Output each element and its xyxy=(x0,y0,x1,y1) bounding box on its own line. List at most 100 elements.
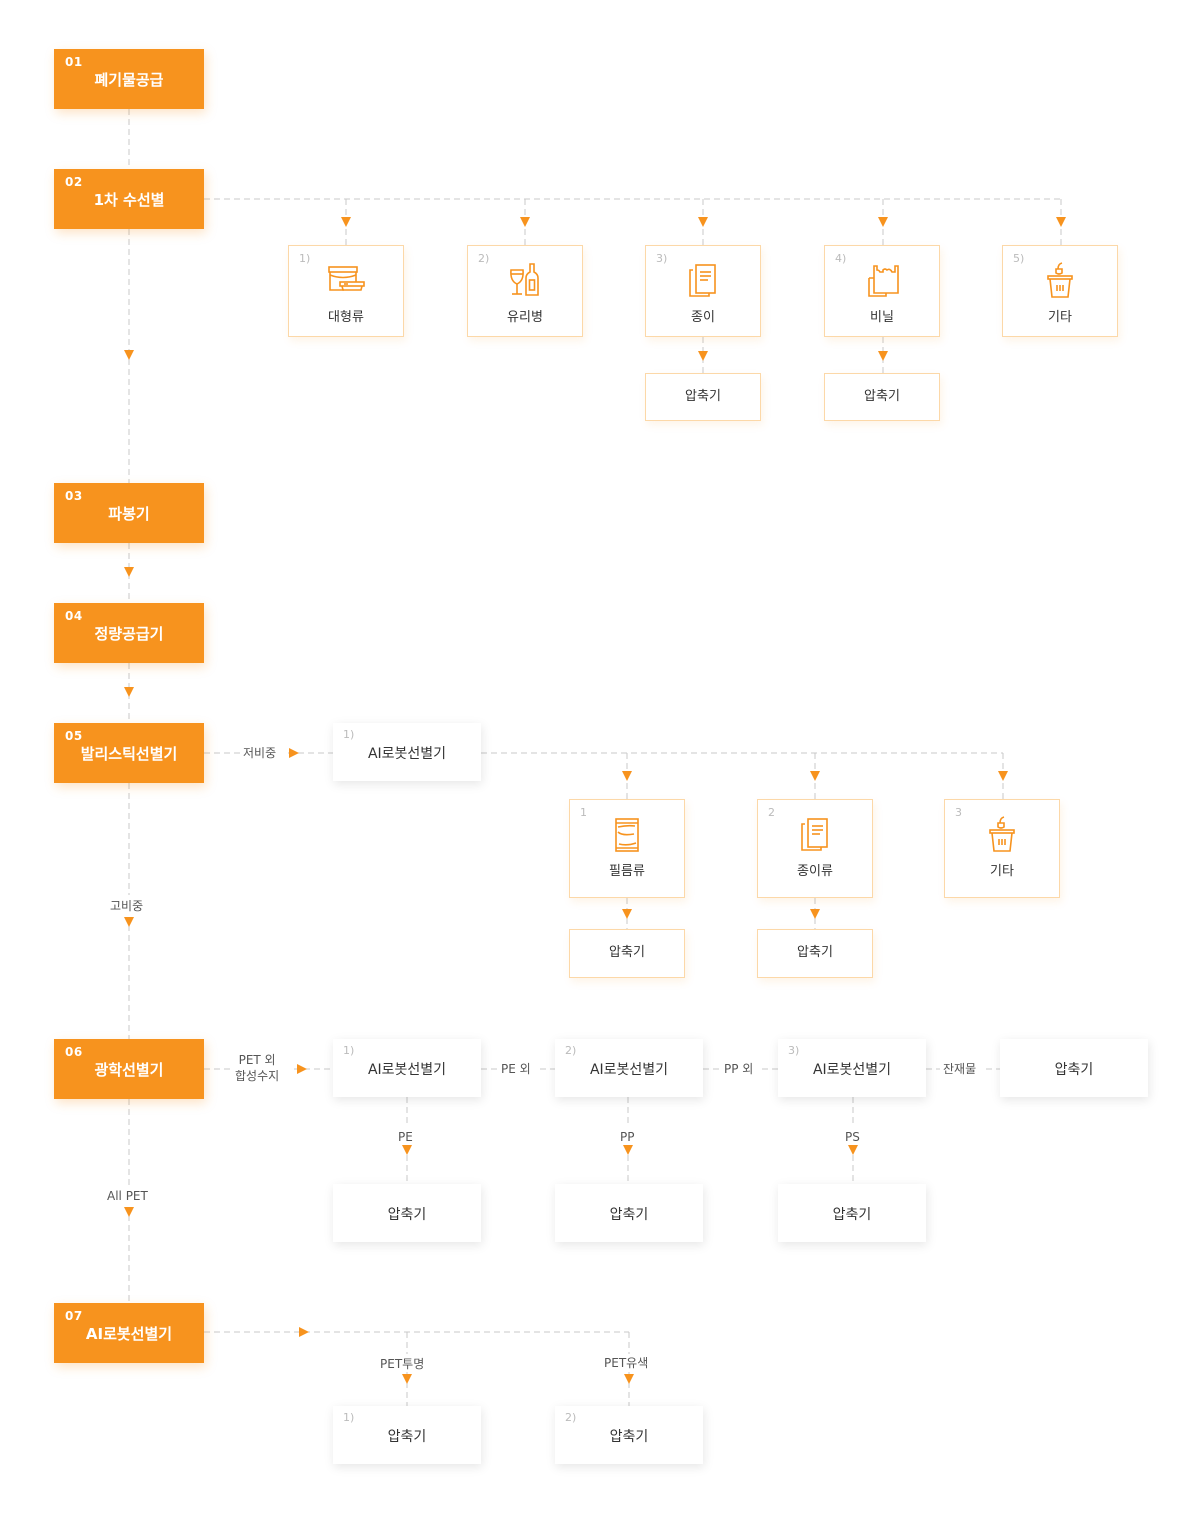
robot-index: 1) xyxy=(343,728,355,741)
robot-index: 1) xyxy=(343,1044,355,1057)
category-index: 5) xyxy=(1013,252,1025,265)
arrow-down-icon xyxy=(520,217,530,227)
category-index: 1 xyxy=(580,806,587,819)
stage-01-waste-supply: 01 폐기물공급 xyxy=(54,49,204,109)
compressor-pe: 압축기 xyxy=(333,1184,481,1242)
ai-robot-sorter-06-1: 1) AI로봇선별기 xyxy=(333,1039,481,1097)
category-glass-bottles: 2) 유리병 xyxy=(467,245,583,337)
arrow-down-icon xyxy=(124,917,134,927)
category-index: 1) xyxy=(299,252,311,265)
branch-label-pet-colored: PET유색 xyxy=(601,1355,652,1371)
stage-07-ai-robot-sorter: 07 AI로봇선별기 xyxy=(54,1303,204,1363)
category-index: 2 xyxy=(768,806,775,819)
robot-label: AI로봇선별기 xyxy=(589,1062,669,1078)
high-density-label: 고비중 xyxy=(107,898,147,914)
category-label: 비닐 xyxy=(870,310,894,325)
robot-label: AI로봇선별기 xyxy=(367,746,447,762)
stage-number: 05 xyxy=(65,729,83,743)
trash-bin-icon xyxy=(989,816,1015,852)
stage-number: 02 xyxy=(65,175,83,189)
arrow-down-icon xyxy=(623,1145,633,1155)
paper-icon xyxy=(689,264,716,297)
robot-label: AI로봇선별기 xyxy=(812,1062,892,1078)
compressor-label: 압축기 xyxy=(609,1207,649,1223)
compressor-film: 압축기 xyxy=(569,929,685,978)
branch-label-pet-clear: PET투명 xyxy=(377,1356,428,1372)
category-others-05: 3 기타 xyxy=(944,799,1060,898)
arrow-right-icon xyxy=(289,748,299,758)
ai-robot-sorter-06-3: 3) AI로봇선별기 xyxy=(778,1039,926,1097)
compressor-paper: 압축기 xyxy=(645,373,761,421)
stage-title: 1차 수선별 xyxy=(93,191,165,209)
compressor-pet-colored: 2) 압축기 xyxy=(555,1406,703,1464)
all-pet-label: All PET xyxy=(104,1188,151,1204)
residue-compressor: 압축기 xyxy=(1000,1039,1148,1097)
stage-02-manual-sorting: 02 1차 수선별 xyxy=(54,169,204,229)
output-label-pe: PE xyxy=(395,1129,416,1145)
robot-index: 3) xyxy=(788,1044,800,1057)
category-label: 대형류 xyxy=(328,310,364,325)
compressor-pet-clear: 1) 압축기 xyxy=(333,1406,481,1464)
arrow-right-icon xyxy=(299,1327,309,1337)
arrow-down-icon xyxy=(878,351,888,361)
stage-number: 04 xyxy=(65,609,83,623)
arrow-down-icon xyxy=(124,1207,134,1217)
arrow-down-icon xyxy=(341,217,351,227)
stage-title: AI로봇선별기 xyxy=(85,1325,173,1343)
arrow-down-icon xyxy=(878,217,888,227)
category-index: 2) xyxy=(478,252,490,265)
stage-title: 정량공급기 xyxy=(94,625,164,643)
stage-number: 07 xyxy=(65,1309,83,1323)
arrow-down-icon xyxy=(624,1374,634,1384)
output-label-ps: PS xyxy=(842,1129,863,1145)
arrow-right-icon xyxy=(297,1064,307,1074)
compressor-index: 1) xyxy=(343,1411,355,1424)
stage-title: 폐기물공급 xyxy=(94,71,164,89)
category-index: 3) xyxy=(656,252,668,265)
chain-label-residue: 잔재물 xyxy=(940,1061,980,1077)
compressor-label: 압축기 xyxy=(387,1207,427,1223)
category-label: 종이 xyxy=(691,310,715,325)
stage-title: 파봉기 xyxy=(108,505,150,523)
compressor-vinyl: 압축기 xyxy=(824,373,940,421)
output-label-pp: PP xyxy=(617,1129,638,1145)
stage-03-bag-opener: 03 파봉기 xyxy=(54,483,204,543)
process-flow-diagram: 01 폐기물공급 02 1차 수선별 03 파봉기 04 정량공급기 05 발리… xyxy=(0,0,1198,1514)
arrow-down-icon xyxy=(622,771,632,781)
category-paper-05: 2 종이류 xyxy=(757,799,873,898)
arrow-down-icon xyxy=(848,1145,858,1155)
glass-bottle-icon xyxy=(510,263,539,296)
category-label: 종이류 xyxy=(797,864,833,879)
compressor-label: 압축기 xyxy=(609,1429,649,1445)
ai-robot-sorter-06-2: 2) AI로봇선별기 xyxy=(555,1039,703,1097)
category-label: 필름류 xyxy=(609,864,645,879)
compressor-label: 압축기 xyxy=(387,1429,427,1445)
container-icon xyxy=(328,266,365,291)
arrow-down-icon xyxy=(402,1374,412,1384)
category-label: 유리병 xyxy=(507,310,543,325)
category-index: 4) xyxy=(835,252,847,265)
arrow-down-icon xyxy=(998,771,1008,781)
non-pet-resin-label: PET 외 합성수지 xyxy=(232,1052,283,1084)
category-paper: 3) 종이 xyxy=(645,245,761,337)
arrow-down-icon xyxy=(810,909,820,919)
stage-number: 03 xyxy=(65,489,83,503)
plastic-bag-icon xyxy=(868,265,899,297)
stage-04-feeder: 04 정량공급기 xyxy=(54,603,204,663)
category-others: 5) 기타 xyxy=(1002,245,1118,337)
compressor-pp: 압축기 xyxy=(555,1184,703,1242)
arrow-down-icon xyxy=(698,351,708,361)
category-large-items: 1) 대형류 xyxy=(288,245,404,337)
robot-label: AI로봇선별기 xyxy=(367,1062,447,1078)
compressor-paper-05: 압축기 xyxy=(757,929,873,978)
category-film: 1 필름류 xyxy=(569,799,685,898)
category-label: 기타 xyxy=(990,864,1014,879)
paper-icon xyxy=(801,818,828,851)
film-pack-icon xyxy=(615,818,639,852)
compressor-ps: 압축기 xyxy=(778,1184,926,1242)
chain-label-pp-other: PP 외 xyxy=(721,1061,757,1077)
stage-number: 06 xyxy=(65,1045,83,1059)
stage-05-ballistic-separator: 05 발리스틱선별기 xyxy=(54,723,204,783)
arrow-down-icon xyxy=(402,1145,412,1155)
arrow-down-icon xyxy=(124,567,134,577)
